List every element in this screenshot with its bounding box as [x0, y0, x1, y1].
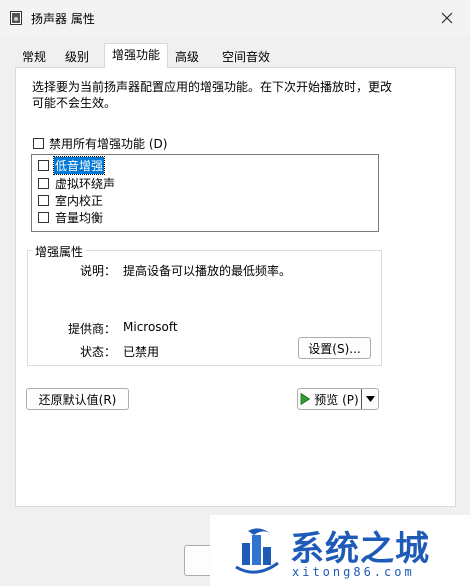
tab-spatial-sound[interactable]: 空间音效 — [216, 45, 276, 67]
list-item-label: 室内校正 — [55, 193, 104, 208]
window-title: 扬声器 属性 — [31, 12, 95, 26]
tab-strip: 常规 级别 增强功能 高级 空间音效 — [0, 43, 470, 68]
list-item-label: 音量均衡 — [55, 210, 104, 225]
checkbox-box[interactable] — [38, 211, 49, 223]
tab-levels[interactable]: 级别 — [58, 45, 96, 67]
disable-all-label: 禁用所有增强功能 (D) — [49, 137, 168, 151]
list-item[interactable]: 室内校正 — [38, 192, 104, 208]
close-icon — [441, 12, 453, 24]
close-button[interactable] — [424, 0, 470, 36]
list-item-label: 虚拟环绕声 — [55, 176, 116, 191]
checkbox-box[interactable] — [33, 138, 44, 149]
preview-button[interactable]: 预览 (P) — [298, 389, 362, 409]
description-text: 选择要为当前扬声器配置应用的增强功能。在下次开始播放时，更改可能不会生效。 — [32, 80, 393, 110]
city-logo-icon — [235, 528, 279, 574]
tab-general[interactable]: 常规 — [15, 45, 53, 67]
watermark-subtitle: xitong86.com — [292, 565, 415, 579]
list-item[interactable]: 低音增强 — [38, 155, 106, 175]
preview-split-button[interactable]: 预览 (P) — [297, 388, 379, 410]
tab-advanced[interactable]: 高级 — [170, 45, 204, 67]
list-item[interactable]: 音量均衡 — [38, 209, 104, 225]
tab-enhancements[interactable]: 增强功能 — [104, 43, 168, 68]
chevron-down-icon — [365, 396, 375, 402]
settings-button[interactable]: 设置(S)... — [298, 337, 371, 359]
status-label: 状态： — [79, 345, 116, 359]
enhancements-list[interactable]: 低音增强 虚拟环绕声 室内校正 音量均衡 — [31, 154, 379, 232]
properties-group-title: 增强属性 — [33, 243, 86, 260]
watermark: 系统之城 xitong86.com — [210, 515, 470, 586]
provider-value: Microsoft — [123, 320, 178, 334]
status-value: 已禁用 — [123, 345, 160, 359]
description-label: 说明： — [79, 264, 116, 278]
watermark-title: 系统之城 — [290, 529, 430, 569]
disable-all-checkbox[interactable]: 禁用所有增强功能 (D) — [33, 135, 167, 152]
checkbox-box[interactable] — [38, 194, 49, 206]
list-item-label: 低音增强 — [52, 155, 106, 175]
list-item[interactable]: 虚拟环绕声 — [38, 175, 116, 191]
checkbox-box[interactable] — [38, 159, 49, 171]
checkbox-box[interactable] — [38, 177, 49, 189]
speaker-icon — [10, 11, 22, 25]
preview-dropdown-button[interactable] — [362, 389, 378, 409]
restore-defaults-button[interactable]: 还原默认值(R) — [26, 388, 129, 410]
title-bar: 扬声器 属性 — [0, 0, 470, 36]
play-icon — [300, 393, 311, 405]
description-value: 提高设备可以播放的最低频率。 — [123, 264, 292, 278]
preview-label: 预览 (P) — [314, 392, 359, 407]
provider-label: 提供商： — [67, 322, 116, 336]
